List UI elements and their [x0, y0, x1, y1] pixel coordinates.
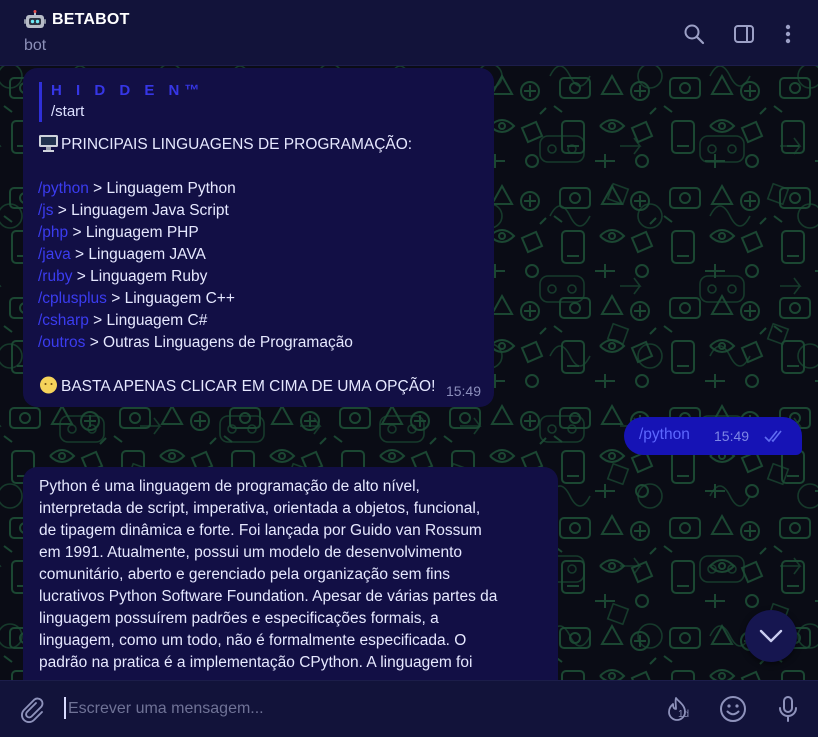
command-link-java[interactable]: /java — [38, 246, 71, 263]
command-line: /csharp > Linguagem C# — [38, 310, 488, 332]
command-link-ruby[interactable]: /ruby — [38, 268, 72, 285]
heading-text: PRINCIPAIS LINGUAGENS DE PROGRAMAÇÃO: — [61, 136, 413, 153]
text-line: linguagem, como um todo, não é formalmen… — [39, 632, 467, 649]
command-line: /ruby > Linguagem Ruby — [38, 266, 488, 288]
incoming-message[interactable]: H I D D E N™ /start PRINCIPAIS LINGUAGEN… — [23, 68, 494, 407]
command-desc: > Linguagem C# — [88, 312, 208, 329]
reply-preview[interactable]: H I D D E N™ /start — [39, 82, 259, 122]
emoji-icon[interactable] — [718, 694, 748, 724]
command-desc: > Linguagem C++ — [106, 290, 235, 307]
text-line: linguagem possuírem padrões e especifica… — [39, 610, 439, 627]
message-time: 15:49 — [445, 383, 481, 399]
message-input[interactable] — [68, 695, 628, 723]
incoming-message[interactable]: Python é uma linguagem de programação de… — [23, 467, 558, 680]
text-line: padrão na pratica é a implementação CPyt… — [39, 654, 473, 671]
more-vertical-icon[interactable] — [776, 22, 800, 46]
command-link-cplusplus[interactable]: /cplusplus — [38, 290, 107, 307]
chat-header: BETABOT bot — [0, 0, 818, 66]
command-desc: > Linguagem Python — [88, 180, 236, 197]
reply-author: H I D D E N™ — [51, 82, 205, 99]
command-link-python[interactable]: /python — [38, 180, 89, 197]
text-line: em 1991. Atualmente, possui um modelo de… — [39, 544, 463, 561]
timer-label: 1d — [678, 709, 690, 720]
search-icon[interactable] — [682, 22, 706, 46]
message-footer: BASTA APENAS CLICAR EM CIMA DE UMA OPÇÃO… — [38, 376, 488, 398]
chat-subtitle: bot — [24, 37, 47, 54]
command-link-js[interactable]: /js — [38, 202, 54, 219]
computer-emoji-icon — [39, 135, 58, 152]
command-desc: > Linguagem PHP — [68, 224, 199, 241]
command-line: /python > Linguagem Python — [38, 178, 488, 200]
text-line: comunitário, aberto e gerenciado pela or… — [39, 566, 450, 583]
chat-area[interactable]: H I D D E N™ /start PRINCIPAIS LINGUAGEN… — [0, 66, 818, 680]
sidebar-toggle-icon[interactable] — [732, 22, 756, 46]
reply-text: /start — [51, 103, 85, 120]
scroll-to-bottom-button[interactable] — [745, 610, 797, 662]
text-line: lucrativos Python Software Foundation. A… — [39, 588, 498, 605]
command-line: /outros > Outras Linguagens de Programaç… — [38, 332, 488, 354]
command-desc: > Linguagem JAVA — [70, 246, 206, 263]
chat-title[interactable]: BETABOT — [52, 11, 130, 29]
outgoing-command[interactable]: /python — [639, 426, 690, 444]
command-line: /java > Linguagem JAVA — [38, 244, 488, 266]
paperclip-icon[interactable] — [17, 694, 47, 724]
command-desc: > Linguagem Ruby — [72, 268, 208, 285]
command-link-outros[interactable]: /outros — [38, 334, 85, 351]
outgoing-message[interactable]: /python 15:49 — [624, 417, 802, 455]
python-description: Python é uma linguagem de programação de… — [39, 476, 549, 674]
command-link-php[interactable]: /php — [38, 224, 68, 241]
command-line: /js > Linguagem Java Script — [38, 200, 488, 222]
text-line: interpretada de script, imperativa, orie… — [39, 500, 481, 517]
command-line: /cplusplus > Linguagem C++ — [38, 288, 488, 310]
message-time: 15:49 — [714, 428, 750, 444]
microphone-icon[interactable] — [773, 694, 803, 724]
command-desc: > Linguagem Java Script — [53, 202, 229, 219]
text-line: de tipagem dinâmica e forte. Foi lançada… — [39, 522, 482, 539]
message-input-bar — [0, 680, 818, 737]
footer-text: BASTA APENAS CLICAR EM CIMA DE UMA OPÇÃO… — [61, 378, 436, 395]
text-line: Python é uma linguagem de programação de… — [39, 478, 420, 495]
double-check-icon — [764, 430, 782, 443]
command-desc: > Outras Linguagens de Programação — [85, 334, 353, 351]
chevron-down-icon — [759, 629, 783, 643]
command-link-csharp[interactable]: /csharp — [38, 312, 89, 329]
robot-emoji-icon — [24, 10, 46, 28]
message-heading: PRINCIPAIS LINGUAGENS DE PROGRAMAÇÃO: — [38, 134, 488, 156]
text-caret — [64, 697, 66, 719]
command-line: /php > Linguagem PHP — [38, 222, 488, 244]
face-emoji-icon — [40, 376, 57, 394]
